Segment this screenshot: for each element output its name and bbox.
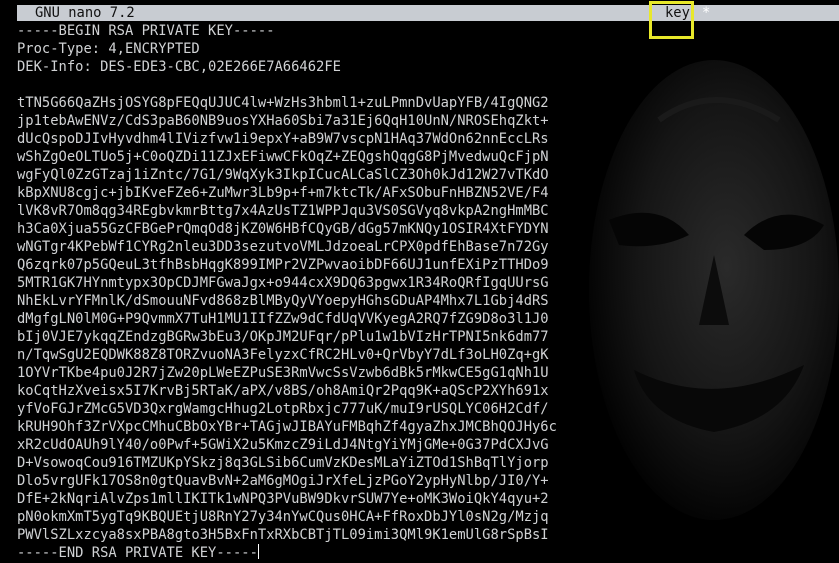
key-data-line: pN0okmXmT5ygTq9KBQUEtjU8RnY27y34nYwCQus0… <box>17 509 549 525</box>
key-data-line: bIj0VJE7ykqqZEndzgBGRw3bEu3/OKpJM2UFqr/p… <box>17 329 549 345</box>
key-data-line: Dlo5vrgUFk17OS8n0gtQuavBvN+2aM6gMOgiJrXf… <box>17 473 549 489</box>
key-data-line: xR2cUdOAUh9lY40/o0Pwf+5GWiX2u5KmzcZ9iLdJ… <box>17 437 549 453</box>
nano-title-bar: GNU nano 7.2 key <box>17 5 839 21</box>
filename-highlight-box <box>649 1 694 39</box>
header-line: -----BEGIN RSA PRIVATE KEY----- <box>17 23 275 39</box>
text-cursor <box>257 544 259 559</box>
key-data-line: 1OYVrTKbe4pu0J2R7jZw20pLWeEZPuSE3RmVwcSs… <box>17 365 549 381</box>
key-data-line: tTN5G66QaZHsjOSYG8pFEQqUJUC4lw+WzHs3hbml… <box>17 95 549 111</box>
key-data-line: dMgfgLN0lM0G+P9QvmmX7TuH1MU1IIfZZw9dCfdU… <box>17 311 549 327</box>
key-data-line: DfE+2kNqriAlvZps1mllIKITk1wNPQ3PVuBW9Dkv… <box>17 491 549 507</box>
terminal-window: GNU nano 7.2 key * -----BEGIN RSA PRIVAT… <box>0 0 839 563</box>
key-data-line: koCqtHzXveisx5I7KrvBj5RTaK/aPX/v8BS/oh8A… <box>17 383 549 399</box>
key-data-line: wgFyQl0ZzGTzaj1iZntc/7G1/9WqXyk3IkpICucA… <box>17 167 549 183</box>
key-data-line: kBpXNU8cgjc+jbIKveFZe6+ZuMwr3Lb9p+f+m7kt… <box>17 185 549 201</box>
mask-artwork <box>589 60 839 520</box>
app-name: GNU nano 7.2 <box>35 5 135 21</box>
footer-text: -----END RSA PRIVATE KEY----- <box>17 545 258 561</box>
key-data-line: yfVoFGJrZMcG5VD3QxrgWamgcHhug2LotpRbxjc7… <box>17 401 549 417</box>
key-data-line: NhEkLvrYFMnlK/dSmouuNFvd868zBlMByQyVYoep… <box>17 293 549 309</box>
key-data-line: 5MTR1GK7HYnmtypx3OpCDJMFGwaJgx+o944cxX9D… <box>17 275 549 291</box>
key-data-line: wNGTgr4KPebWf1CYRg2nleu3DD3sezutvoVMLJdz… <box>17 239 549 255</box>
editor-text-area[interactable]: -----BEGIN RSA PRIVATE KEY----- Proc-Type… <box>17 22 557 562</box>
key-data-line: kRUH9Ohf3ZrVXpcCMhuCBbOxYBr+TAGjwJIBAYuF… <box>17 419 557 435</box>
key-data-line: D+VsowoqCou916TMZUKpYSkzj8q3GLSib6CumVzK… <box>17 455 549 471</box>
header-line: DEK-Info: DES-EDE3-CBC,02E266E7A66462FE <box>17 59 341 75</box>
header-line <box>17 76 557 94</box>
key-data-line: Q6zqrk07p5GQeuL3tfhBsbHqgK899IMPr2VZPwva… <box>17 257 549 273</box>
key-data-line: lVK8vR7Om8qg34REgbvkmrBttg7x4AzUsTZ1WPPJ… <box>17 203 549 219</box>
key-data-line: jp1tebAwENVz/CdS3paB60NB9uosYXHa60Sbi7a3… <box>17 113 549 129</box>
header-line: Proc-Type: 4,ENCRYPTED <box>17 41 200 57</box>
footer-line: -----END RSA PRIVATE KEY----- <box>17 544 557 562</box>
key-data-line: dUcQspoDJIvHyvdhm4lIVizfvw1i9epxY+aB9W7v… <box>17 131 549 147</box>
key-data-line: PWVlSZLxzcya8sxPBA8gto3H5BxFnTxRXbCBTjTL… <box>17 527 549 543</box>
key-data-line: h3Ca0Xjua55GzCFBGePrQmqOd8jKZ0W6HBfCQyGB… <box>17 221 549 237</box>
key-data-line: wShZgOeOLTUo5j+C0oQZDi11ZJxEFiwwCFkOqZ+Z… <box>17 149 549 165</box>
modified-indicator: * <box>702 5 711 21</box>
key-data-line: n/TqwSgU2EQDWK88Z8TORZvuoNA3FelyzxCfRC2H… <box>17 347 549 363</box>
